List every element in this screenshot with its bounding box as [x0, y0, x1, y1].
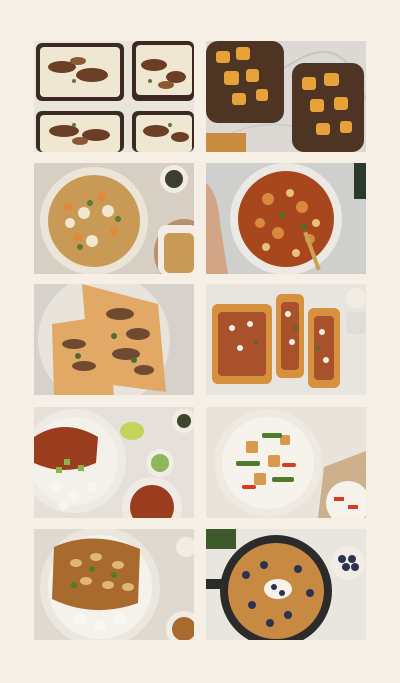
blueberry-pancake-photo[interactable] [206, 529, 366, 640]
vegetable-tart-photo[interactable] [206, 284, 366, 395]
food-photo-collage [0, 0, 400, 683]
vegetable-soup-photo[interactable] [34, 163, 194, 274]
tofu-stir-fry-photo[interactable] [206, 407, 366, 518]
mushroom-flatbread-photo[interactable] [34, 284, 194, 395]
mushroom-toast-photo[interactable] [34, 41, 194, 152]
chili-rice-bowl-photo[interactable] [34, 407, 194, 518]
bean-curry-rice-photo[interactable] [34, 529, 194, 640]
pasta-stew-photo[interactable] [206, 163, 366, 274]
sweet-potato-toast-photo[interactable] [206, 41, 366, 152]
